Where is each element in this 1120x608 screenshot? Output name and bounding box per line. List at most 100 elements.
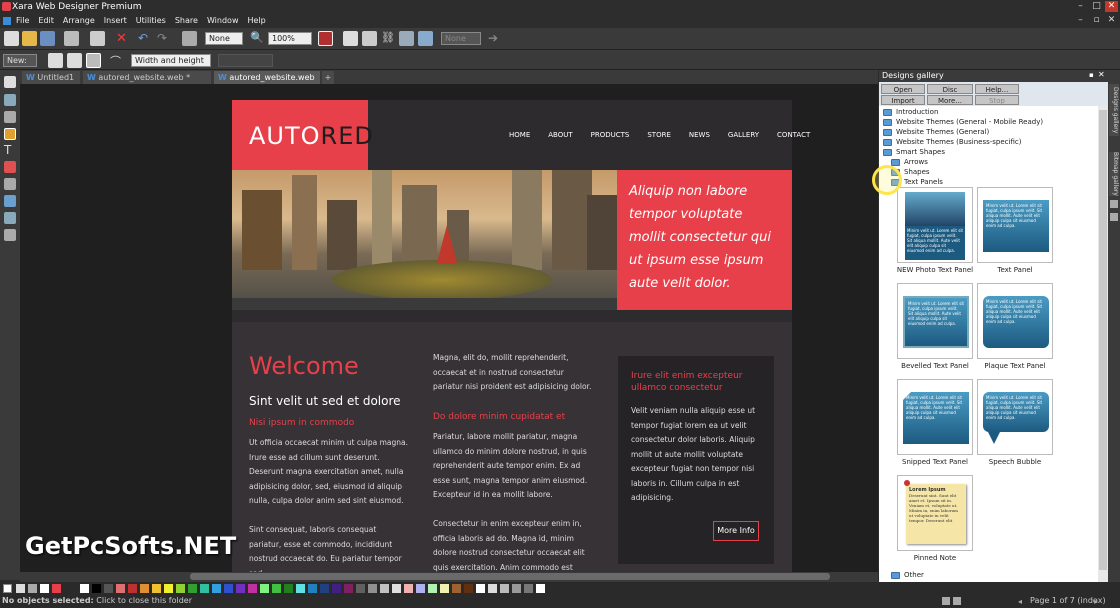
more-button[interactable]: More... [927,95,973,105]
blend-tool-icon[interactable] [4,212,16,224]
tab-designs-gallery[interactable]: Designs gallery [1109,84,1119,136]
menu-edit[interactable]: Edit [38,16,54,25]
page-icon[interactable] [343,31,358,46]
swatch-40[interactable] [500,584,509,593]
swatch-9[interactable] [128,584,137,593]
gallery-icon-1[interactable] [1110,200,1118,208]
swatch-3[interactable] [40,584,49,593]
status-icon-1[interactable] [942,597,950,605]
photo-tool-icon[interactable] [4,94,16,106]
quality-select[interactable]: None [205,32,243,45]
help-button[interactable]: Help... [975,84,1019,94]
nav-contact[interactable]: CONTACT [777,131,810,139]
shadow-tool-icon[interactable] [4,195,16,207]
design-snipped-text-panel[interactable]: Minim velit ut. Lorem elit sit fugiat, c… [897,379,973,455]
swatch-23[interactable] [296,584,305,593]
col1-paragraph-2[interactable]: Sint consequat, laboris consequat pariat… [249,523,409,572]
col1-paragraph-1[interactable]: Ut officia occaecat minim ut culpa magna… [249,436,409,509]
magnet-icon[interactable] [318,31,333,46]
swatch-29[interactable] [368,584,377,593]
tab-untitled1[interactable]: W Untitled1 * [22,71,80,95]
tree-item-arrows[interactable]: Arrows [891,157,928,167]
swatch-13[interactable] [176,584,185,593]
swatch-27[interactable] [344,584,353,593]
nav-store[interactable]: STORE [647,131,671,139]
swatch-26[interactable] [332,584,341,593]
preview-icon[interactable] [399,31,414,46]
swatch-25[interactable] [320,584,329,593]
undo-icon[interactable]: ↶ [138,31,153,46]
nav-home[interactable]: HOME [509,131,530,139]
next-page-icon[interactable]: ▸ [1094,596,1098,608]
swatch-38[interactable] [476,584,485,593]
menu-help[interactable]: Help [247,16,265,25]
welcome-heading[interactable]: Welcome [249,352,359,380]
swatch-14[interactable] [188,584,197,593]
swatch-12[interactable] [164,584,173,593]
col2-paragraph-2[interactable]: Pariatur, labore mollit pariatur, magna … [433,430,593,503]
swatch-34[interactable] [428,584,437,593]
first-page-icon[interactable]: ◂ [1018,596,1022,608]
design-speech-bubble[interactable]: Minim velit ut. Lorem elit sit fugiat, c… [977,379,1053,455]
gallery-icon-2[interactable] [1110,213,1118,221]
tree-item-introduction[interactable]: Introduction [883,107,938,117]
swatch-35[interactable] [440,584,449,593]
hero-image[interactable] [232,170,617,310]
add-tab-button[interactable]: + [322,71,334,84]
close-icon[interactable]: ✕ [1105,1,1118,12]
status-icon-2[interactable] [953,597,961,605]
swatch-19[interactable] [248,584,257,593]
shape-icon-1[interactable] [48,53,63,68]
side-box[interactable]: Irure elit enim excepteur ullamco consec… [618,356,774,564]
open-button[interactable]: Open [881,84,925,94]
menu-file[interactable]: File [16,16,29,25]
zoom-select[interactable]: 100% [268,32,312,45]
design-text-panel[interactable]: Minim velit ut. Lorem elit sit fugiat, c… [977,187,1053,263]
zoom-icon[interactable]: 🔍 [250,31,265,46]
design-pinned-note[interactable]: Lorem Ipsum Deserunt sint. Sunt elit ame… [897,475,973,551]
tab-mobile[interactable]: W autored_website.web * [Mobile] [83,71,211,95]
copy-icon[interactable] [90,31,105,46]
disc-designs-button[interactable]: Disc designs... [927,84,973,104]
swatch-4[interactable] [52,584,61,593]
swatch-10[interactable] [140,584,149,593]
swatch-5[interactable] [80,584,89,593]
doc-close-icon[interactable]: ✕ [1105,15,1118,26]
open-icon[interactable] [22,31,37,46]
minimize-icon[interactable]: – [1074,1,1087,12]
doc-restore-icon[interactable]: ▫ [1090,15,1103,26]
web-properties-icon[interactable] [362,31,377,46]
menu-share[interactable]: Share [175,16,198,25]
nav-products[interactable]: PRODUCTS [591,131,630,139]
hero-text-box[interactable]: Aliquip non labore tempor voluptate moll… [617,170,792,310]
design-new-photo-text-panel[interactable]: Minim velit ut. Lorem elit sit fugiat, c… [897,187,973,263]
swatch-43[interactable] [536,584,545,593]
tree-item-themes-general[interactable]: Website Themes (General) [883,127,989,137]
rectangle-tool-icon[interactable] [4,128,16,140]
swatch-2[interactable] [28,584,37,593]
swatch-36[interactable] [452,584,461,593]
nav-gallery[interactable]: GALLERY [728,131,759,139]
menu-window[interactable]: Window [207,16,239,25]
transparency-tool-icon[interactable] [4,178,16,190]
size-mode-select[interactable]: Width and height [131,54,211,67]
delete-icon[interactable]: ✕ [114,31,129,46]
redo-icon[interactable]: ↷ [157,31,172,46]
text-tool-icon[interactable]: T [4,144,16,156]
scroll-thumb[interactable] [190,573,830,580]
swatch-22[interactable] [284,584,293,593]
gallery-scrollbar[interactable] [1098,106,1108,582]
fill-tool-icon[interactable] [4,161,16,173]
tree-item-other[interactable]: Other [891,570,924,580]
red-subheading[interactable]: Nisi ipsum in commodo [249,418,354,428]
swatch-7[interactable] [104,584,113,593]
pen-tool-icon[interactable] [4,111,16,123]
swatch-8[interactable] [116,584,125,593]
design-bevelled-text-panel[interactable]: Minim velit ut. Lorem elit sit fugiat, c… [897,283,973,359]
swatch-33[interactable] [416,584,425,593]
import-icon[interactable] [64,31,79,46]
swatch-37[interactable] [464,584,473,593]
col2-paragraph-3[interactable]: Consectetur in enim excepteur enim in, o… [433,517,593,572]
col2-red-heading[interactable]: Do dolore minim cupidatat et [433,412,565,422]
design-plaque-text-panel[interactable]: Minim velit ut. Lorem elit sit fugiat, c… [977,283,1053,359]
